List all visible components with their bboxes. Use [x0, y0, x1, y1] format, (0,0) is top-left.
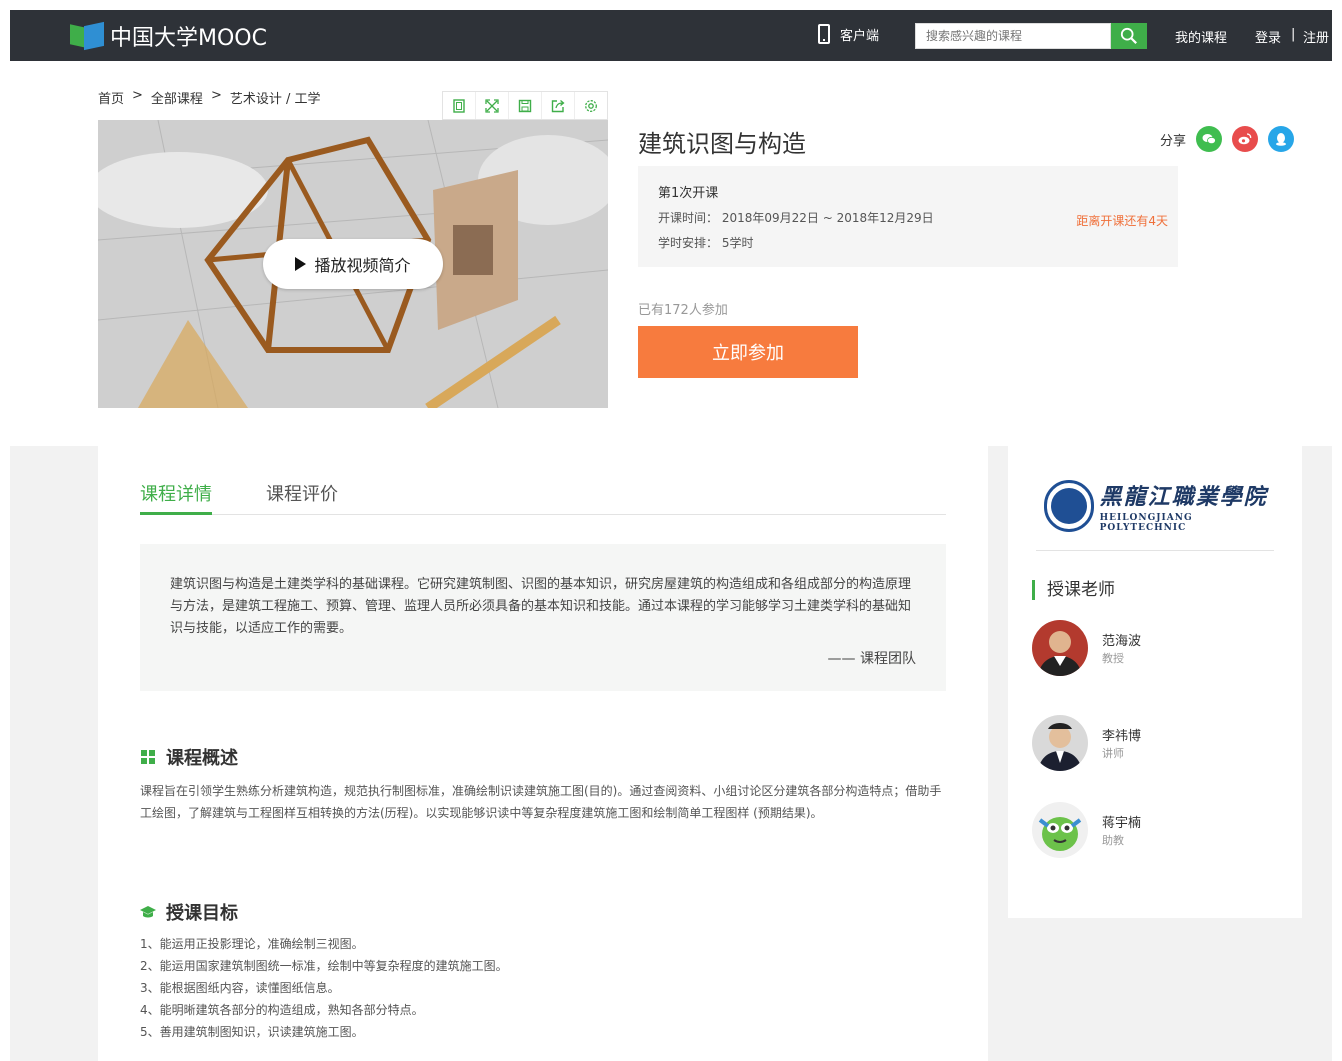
- course-intro-signature: —— 课程团队: [827, 651, 916, 667]
- goal-item: 1、能运用正投影理论，准确绘制三视图。: [140, 937, 364, 951]
- breadcrumb-all-courses[interactable]: 全部课程: [151, 88, 203, 107]
- share-label: 分享: [1160, 133, 1187, 149]
- share-bar: 分享: [1160, 126, 1295, 152]
- client-download-link[interactable]: 客户端: [818, 24, 879, 44]
- school-side-panel: 黑龍江職業學院 HEILONGJIANG POLYTECHNIC 授课老师 范海…: [1008, 446, 1302, 918]
- tab-course-detail[interactable]: 课程详情: [140, 480, 212, 515]
- mini-player-icon: [453, 98, 465, 113]
- share-out-button[interactable]: [542, 92, 575, 119]
- school-emblem-icon: [1044, 480, 1094, 532]
- goal-item: 2、能运用国家建筑制图统一标准，绘制中等复杂程度的建筑施工图。: [140, 959, 508, 973]
- goal-item: 4、能明晰建筑各部分的构造组成，熟知各部分特点。: [140, 1003, 424, 1017]
- teacher-title: 讲师: [1102, 747, 1124, 760]
- overview-text: 课程旨在引领学生熟练分析建筑构造，规范执行制图标准，准确绘制识读建筑施工图(目的…: [140, 784, 942, 820]
- graduation-cap-icon: [140, 906, 156, 918]
- term-time-value: 2018年09月22日 ~ 2018年12月29日: [721, 211, 934, 225]
- course-intro-text: 建筑识图与构造是土建类学科的基础课程。它研究建筑制图、识图的基本知识，研究房屋建…: [170, 577, 912, 636]
- search-button[interactable]: [1111, 23, 1147, 49]
- play-icon: [295, 257, 307, 271]
- wechat-share-button[interactable]: [1196, 126, 1223, 152]
- register-link[interactable]: 注册: [1303, 27, 1329, 46]
- qq-share-button[interactable]: [1268, 126, 1295, 152]
- goal-item: 5、善用建筑制图知识，识读建筑施工图。: [140, 1025, 364, 1039]
- breadcrumb-home[interactable]: 首页: [98, 88, 124, 107]
- avatar: [1032, 802, 1088, 858]
- school-name-cn: 黑龍江職業學院: [1099, 484, 1268, 510]
- weibo-share-button[interactable]: [1232, 126, 1259, 152]
- phone-icon: [818, 24, 830, 44]
- tab-course-review[interactable]: 课程评价: [266, 480, 338, 515]
- avatar: [1032, 620, 1088, 676]
- goals-heading-text: 授课目标: [166, 903, 238, 924]
- term-hours-value: 5学时: [721, 236, 754, 250]
- video-tool-strip: [442, 91, 608, 120]
- course-title: 建筑识图与构造: [638, 130, 806, 158]
- breadcrumb-category[interactable]: 艺术设计 / 工学: [230, 88, 321, 107]
- start-countdown: 距离开课还有4天: [1076, 214, 1168, 228]
- goal-item: 3、能根据图纸内容，读懂图纸信息。: [140, 981, 340, 995]
- avatar: [1032, 715, 1088, 771]
- mini-player-button[interactable]: [443, 92, 476, 119]
- goals-list: 1、能运用正投影理论，准确绘制三视图。 2、能运用国家建筑制图统一标准，绘制中等…: [140, 933, 508, 1043]
- teacher-name: 范海波: [1102, 634, 1142, 649]
- grid-blocks-icon: [141, 750, 155, 764]
- share-out-icon: [551, 99, 565, 112]
- wechat-icon: [1202, 134, 1216, 145]
- logo-mark-icon: [70, 21, 106, 51]
- overview-heading-text: 课程概述: [166, 748, 238, 769]
- qq-icon: [1276, 133, 1287, 146]
- fullscreen-button[interactable]: [476, 92, 509, 119]
- side-divider: [1036, 550, 1274, 551]
- overview-heading: 课程概述: [140, 744, 238, 770]
- login-link[interactable]: 登录: [1255, 27, 1281, 46]
- course-intro-quote: 建筑识图与构造是土建类学科的基础课程。它研究建筑制图、识图的基本知识，研究房屋建…: [140, 544, 946, 691]
- teacher-card[interactable]: 范海波 教授: [1032, 620, 1272, 676]
- teacher-title: 助教: [1102, 834, 1124, 847]
- course-video-preview[interactable]: 播放视频简介: [98, 120, 608, 408]
- term-hours: 学时安排： 5学时: [658, 234, 1158, 251]
- teachers-heading: 授课老师: [1032, 580, 1115, 600]
- play-video-label: 播放视频简介: [314, 256, 411, 275]
- school-name-en: HEILONGJIANG POLYTECHNIC: [1099, 513, 1193, 533]
- teacher-card[interactable]: 蒋宇楠 助教: [1032, 802, 1272, 858]
- term-time-label: 开课时间：: [658, 211, 719, 225]
- breadcrumb-separator: >: [132, 88, 143, 103]
- enrolled-count: 已有172人参加: [638, 303, 728, 318]
- term-name: 第1次开课: [658, 186, 719, 201]
- settings-icon: [585, 99, 597, 112]
- mooc-logo[interactable]: 中国大学MOOC: [70, 21, 267, 51]
- search-box: [915, 23, 1111, 49]
- settings-button[interactable]: [575, 92, 607, 119]
- top-navigation-bar: 中国大学MOOC 客户端 我的课程 登录 | 注册: [10, 10, 1332, 61]
- client-label: 客户端: [840, 28, 880, 44]
- search-input[interactable]: [916, 24, 1106, 48]
- term-hours-label: 学时安排：: [658, 236, 719, 250]
- play-video-button[interactable]: 播放视频简介: [263, 239, 443, 289]
- school-logo[interactable]: 黑龍江職業學院 HEILONGJIANG POLYTECHNIC: [1044, 476, 1274, 536]
- breadcrumb-separator: >: [210, 88, 222, 103]
- join-course-button[interactable]: 立即参加: [638, 326, 858, 378]
- detail-tabs: 课程详情 课程评价: [140, 476, 946, 515]
- breadcrumb: 首页 > 全部课程 > 艺术设计 / 工学: [98, 88, 321, 107]
- save-icon: [518, 99, 532, 112]
- link-divider: |: [1291, 27, 1296, 42]
- search-icon: [1120, 27, 1137, 44]
- goals-heading: 授课目标: [140, 899, 238, 925]
- fullscreen-icon: [485, 98, 499, 113]
- weibo-icon: [1238, 133, 1252, 145]
- teacher-title: 教授: [1102, 652, 1124, 665]
- course-detail-panel: 课程详情 课程评价 建筑识图与构造是土建类学科的基础课程。它研究建筑制图、识图的…: [98, 446, 988, 1061]
- my-courses-link[interactable]: 我的课程: [1175, 27, 1227, 46]
- teacher-name: 李祎博: [1102, 729, 1142, 744]
- term-info-box: 第1次开课 开课时间： 2018年09月22日 ~ 2018年12月29日 学时…: [638, 166, 1178, 267]
- logo-text: 中国大学MOOC: [110, 26, 267, 51]
- save-button[interactable]: [509, 92, 542, 119]
- teacher-card[interactable]: 李祎博 讲师: [1032, 715, 1272, 771]
- teacher-name: 蒋宇楠: [1102, 816, 1142, 831]
